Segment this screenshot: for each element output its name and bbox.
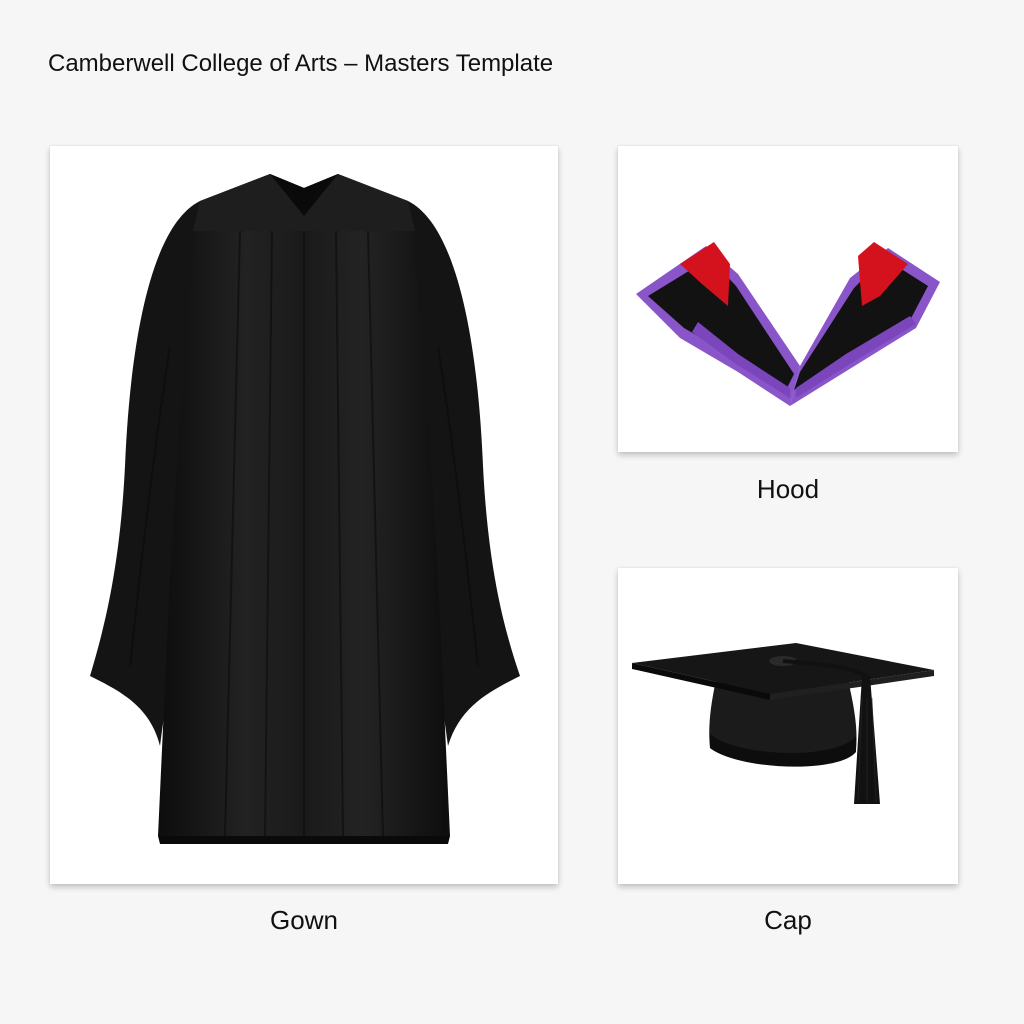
gown-caption: Gown [270, 905, 338, 935]
cap-card[interactable] [618, 568, 958, 884]
hood-image [636, 242, 940, 406]
hood-card[interactable] [618, 146, 958, 452]
gown-image [90, 174, 520, 844]
hood-caption: Hood [756, 474, 820, 504]
cap-image [632, 643, 934, 804]
gown-card[interactable] [50, 146, 558, 884]
page-title: Camberwell College of Arts – Masters Tem… [48, 50, 554, 77]
cap-caption: Cap [764, 905, 812, 935]
